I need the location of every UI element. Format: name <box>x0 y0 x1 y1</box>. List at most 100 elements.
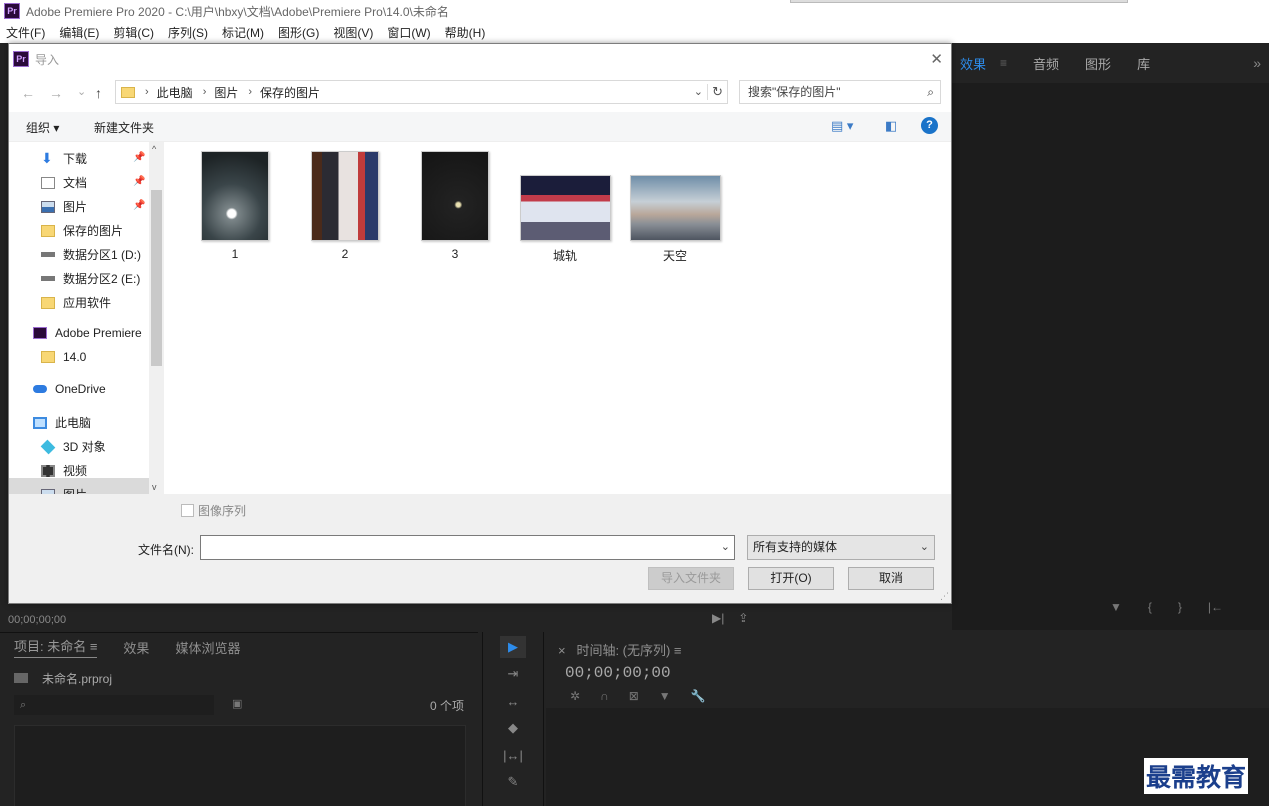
file-item[interactable]: 3 <box>405 151 505 261</box>
menu-item-1[interactable]: 编辑(E) <box>59 24 99 41</box>
add-marker-icon[interactable]: ▼ <box>659 689 671 703</box>
filename-dropdown-icon[interactable]: ⌄ <box>721 540 730 553</box>
razor-tool-icon[interactable]: ◆ <box>500 717 526 739</box>
project-content-area[interactable] <box>14 725 466 806</box>
file-item[interactable]: 1 <box>185 151 285 261</box>
nav-item-13[interactable]: 图片 <box>41 486 87 494</box>
mark-out-icon[interactable]: } <box>1178 600 1182 614</box>
breadcrumb-this-pc[interactable]: 此电脑 <box>157 84 193 101</box>
file-item[interactable]: 天空 <box>625 175 725 264</box>
source-monitor-footer <box>0 604 780 630</box>
linked-selection-icon[interactable]: ⊠ <box>629 689 639 703</box>
nav-item-7[interactable]: Adobe Premiere <box>33 326 142 340</box>
up-icon[interactable]: ↑ <box>95 85 102 101</box>
back-icon[interactable]: ← <box>21 85 35 101</box>
track-select-tool-icon[interactable]: ⇥ <box>500 663 526 685</box>
search-input[interactable]: 搜索"保存的图片" ⌕ <box>739 80 941 104</box>
pen-tool-icon[interactable]: ✎ <box>500 771 526 793</box>
scroll-up-icon[interactable]: ^ <box>152 144 156 154</box>
timeline-timecode[interactable]: 00;00;00;00 <box>565 664 671 682</box>
nav-item-10[interactable]: 此电脑 <box>33 414 91 431</box>
forward-icon[interactable]: → <box>49 85 63 101</box>
marker-icon[interactable]: ▼ <box>1110 600 1122 614</box>
file-type-select[interactable]: 所有支持的媒体 ⌄ <box>747 535 935 560</box>
address-bar[interactable]: › 此电脑 › 图片 › 保存的图片 ⌄ ↻ <box>115 80 728 104</box>
menu-item-6[interactable]: 视图(V) <box>333 24 373 41</box>
wrench-icon[interactable]: 🔧 <box>691 689 706 703</box>
image-sequence-option[interactable]: 图像序列 <box>181 502 246 519</box>
nav-item-label: 3D 对象 <box>63 440 106 454</box>
menu-item-2[interactable]: 剪辑(C) <box>113 24 154 41</box>
view-options-icon[interactable]: ▤ ▾ <box>831 118 853 134</box>
nav-scrollbar[interactable]: ^ v <box>149 142 164 494</box>
nav-item-6[interactable]: 应用软件 <box>41 294 111 311</box>
mark-in-icon[interactable]: { <box>1148 600 1152 614</box>
open-button[interactable]: 打开(O) <box>748 567 834 590</box>
recent-locations-icon[interactable]: ⌄ <box>77 85 86 98</box>
preview-pane-icon[interactable]: ◧ <box>885 118 897 134</box>
nav-item-11[interactable]: 3D 对象 <box>40 438 106 455</box>
tab-effects-bottom[interactable]: 效果 <box>123 638 149 657</box>
pin-icon[interactable]: 📌 <box>133 152 145 163</box>
snap-icon[interactable]: ∩ <box>600 689 609 703</box>
menu-item-4[interactable]: 标记(M) <box>222 24 264 41</box>
tab-audio[interactable]: 音频 <box>1033 54 1059 73</box>
panel-menu-icon[interactable]: ≡ <box>1000 56 1007 70</box>
pin-icon[interactable]: 📌 <box>133 200 145 211</box>
nav-item-9[interactable]: OneDrive <box>33 382 106 396</box>
nav-item-8[interactable]: 14.0 <box>41 350 86 364</box>
filename-field[interactable]: ⌄ <box>200 535 735 560</box>
nav-item-12[interactable]: 视频 <box>41 462 87 479</box>
scroll-thumb[interactable] <box>151 190 162 366</box>
resize-grip-icon[interactable]: ⋰ <box>940 591 949 602</box>
breadcrumb-pictures[interactable]: 图片 <box>214 84 238 101</box>
menu-item-8[interactable]: 帮助(H) <box>445 24 486 41</box>
scroll-down-icon[interactable]: v <box>152 482 157 492</box>
ripple-edit-tool-icon[interactable]: ↔ <box>500 690 526 712</box>
tab-graphics[interactable]: 图形 <box>1085 54 1111 73</box>
cancel-button[interactable]: 取消 <box>848 567 934 590</box>
file-item[interactable]: 2 <box>295 151 395 261</box>
refresh-icon[interactable]: ↻ <box>707 84 723 100</box>
close-icon[interactable]: ✕ <box>930 50 943 68</box>
help-icon[interactable]: ? <box>921 117 938 134</box>
image-sequence-checkbox[interactable] <box>181 504 194 517</box>
nest-icon[interactable]: ✲ <box>570 689 580 703</box>
more-panels-icon[interactable]: » <box>1253 55 1261 71</box>
go-to-in-icon[interactable]: |← <box>1208 600 1223 614</box>
timeline-tab[interactable]: × 时间轴: (无序列) ≡ <box>558 640 682 659</box>
menu-item-5[interactable]: 图形(G) <box>278 24 319 41</box>
search-icon[interactable]: ⌕ <box>927 81 934 103</box>
file-item[interactable]: 城轨 <box>515 175 615 264</box>
pin-icon[interactable]: 📌 <box>133 176 145 187</box>
import-folder-button[interactable]: 导入文件夹 <box>648 567 734 590</box>
tab-project[interactable]: 项目: 未命名 ≡ <box>14 636 98 658</box>
nav-item-label: 图片 <box>63 486 87 494</box>
nav-item-0[interactable]: ⬇ 下载 <box>41 150 87 167</box>
menu-item-0[interactable]: 文件(F) <box>6 24 45 41</box>
new-bin-icon[interactable]: ▣ <box>232 697 242 710</box>
down-icon: ⬇ <box>41 150 53 166</box>
nav-item-1[interactable]: 文档 <box>41 174 87 191</box>
tab-effects[interactable]: 效果 <box>960 54 986 73</box>
address-dropdown-icon[interactable]: ⌄ <box>694 85 703 98</box>
nav-item-5[interactable]: 数据分区2 (E:) <box>41 270 140 287</box>
organize-button[interactable]: 组织 ▾ <box>26 119 59 136</box>
export-frame-icon[interactable]: ⇪ <box>738 611 748 625</box>
nav-item-4[interactable]: 数据分区1 (D:) <box>41 246 141 263</box>
breadcrumb-separator[interactable]: › <box>203 86 207 98</box>
close-icon[interactable]: × <box>558 643 566 658</box>
nav-item-2[interactable]: 图片 <box>41 198 87 215</box>
slip-tool-icon[interactable]: |↔| <box>500 744 526 766</box>
menu-item-3[interactable]: 序列(S) <box>168 24 208 41</box>
breadcrumb-saved-pictures[interactable]: 保存的图片 <box>260 84 320 101</box>
new-folder-button[interactable]: 新建文件夹 <box>94 119 154 136</box>
breadcrumb-separator[interactable]: › <box>248 86 252 98</box>
insert-icon[interactable]: ▶| <box>712 611 724 625</box>
tab-libraries[interactable]: 库 <box>1137 54 1150 73</box>
menu-item-7[interactable]: 窗口(W) <box>387 24 430 41</box>
selection-tool-icon[interactable]: ▶ <box>500 636 526 658</box>
tab-media-browser[interactable]: 媒体浏览器 <box>175 638 240 657</box>
project-search-input[interactable]: ⌕ <box>14 695 214 715</box>
nav-item-3[interactable]: 保存的图片 <box>41 222 123 239</box>
